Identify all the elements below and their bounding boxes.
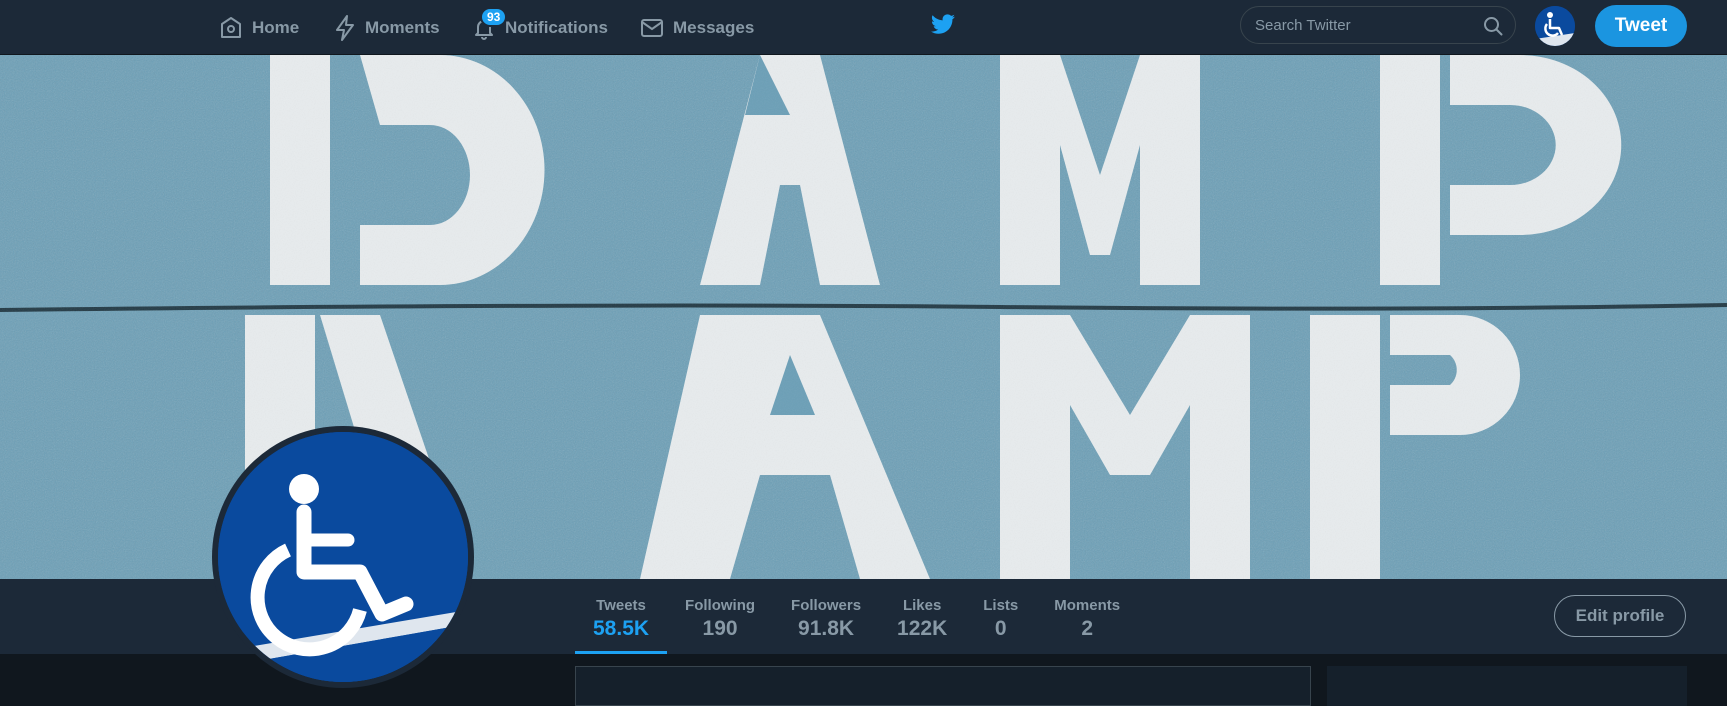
avatar-image <box>218 432 468 682</box>
nav-moments[interactable]: Moments <box>334 0 440 55</box>
stat-value: 0 <box>994 617 1007 640</box>
nav-messages-label: Messages <box>673 17 755 37</box>
moments-icon <box>334 14 356 41</box>
stat-label: Following <box>685 597 756 614</box>
stat-value: 58.5K <box>593 617 650 640</box>
nav-notifications-label: Notifications <box>505 17 608 37</box>
home-icon <box>219 16 243 40</box>
stat-label: Moments <box>1054 597 1121 614</box>
nav-home-label: Home <box>252 17 300 37</box>
wheelchair-icon <box>218 432 468 682</box>
stat-following[interactable]: Following 190 <box>667 579 773 654</box>
stat-value: 122K <box>897 617 948 640</box>
profile-stats-nav: Tweets 58.5K Following 190 Followers 91.… <box>575 579 1138 654</box>
edit-profile-button[interactable]: Edit profile <box>1554 595 1686 637</box>
nav-moments-label: Moments <box>365 17 440 37</box>
stat-label: Lists <box>983 597 1019 614</box>
stat-value: 91.8K <box>798 617 855 640</box>
search-box[interactable] <box>1240 6 1516 44</box>
stat-lists[interactable]: Lists 0 <box>965 579 1036 654</box>
stat-moments[interactable]: Moments 2 <box>1036 579 1138 654</box>
timeline-card <box>575 666 1311 706</box>
stat-tweets[interactable]: Tweets 58.5K <box>575 579 668 654</box>
stat-label: Followers <box>791 597 862 614</box>
stat-label: Likes <box>902 597 942 614</box>
wheelchair-icon <box>1535 6 1575 46</box>
tweet-button[interactable]: Tweet <box>1595 5 1687 47</box>
top-navigation-bar: Home Moments Notifications 93 Messages S… <box>0 0 1727 55</box>
search-input[interactable] <box>1255 7 1475 43</box>
nav-messages[interactable]: Messages <box>640 0 754 55</box>
stat-value: 2 <box>1081 617 1094 640</box>
stat-value: 190 <box>702 617 738 640</box>
stat-followers[interactable]: Followers 91.8K <box>773 579 879 654</box>
account-avatar[interactable] <box>1535 6 1575 46</box>
stat-likes[interactable]: Likes 122K <box>879 579 965 654</box>
stat-label: Tweets <box>596 597 646 614</box>
mail-icon <box>640 17 664 39</box>
profile-avatar[interactable] <box>212 426 474 688</box>
twitter-bird-icon[interactable] <box>930 14 956 41</box>
notifications-count-badge: 93 <box>480 7 508 27</box>
nav-home[interactable]: Home <box>219 0 299 55</box>
search-icon[interactable] <box>1483 16 1503 41</box>
sidebar-card <box>1327 666 1687 706</box>
